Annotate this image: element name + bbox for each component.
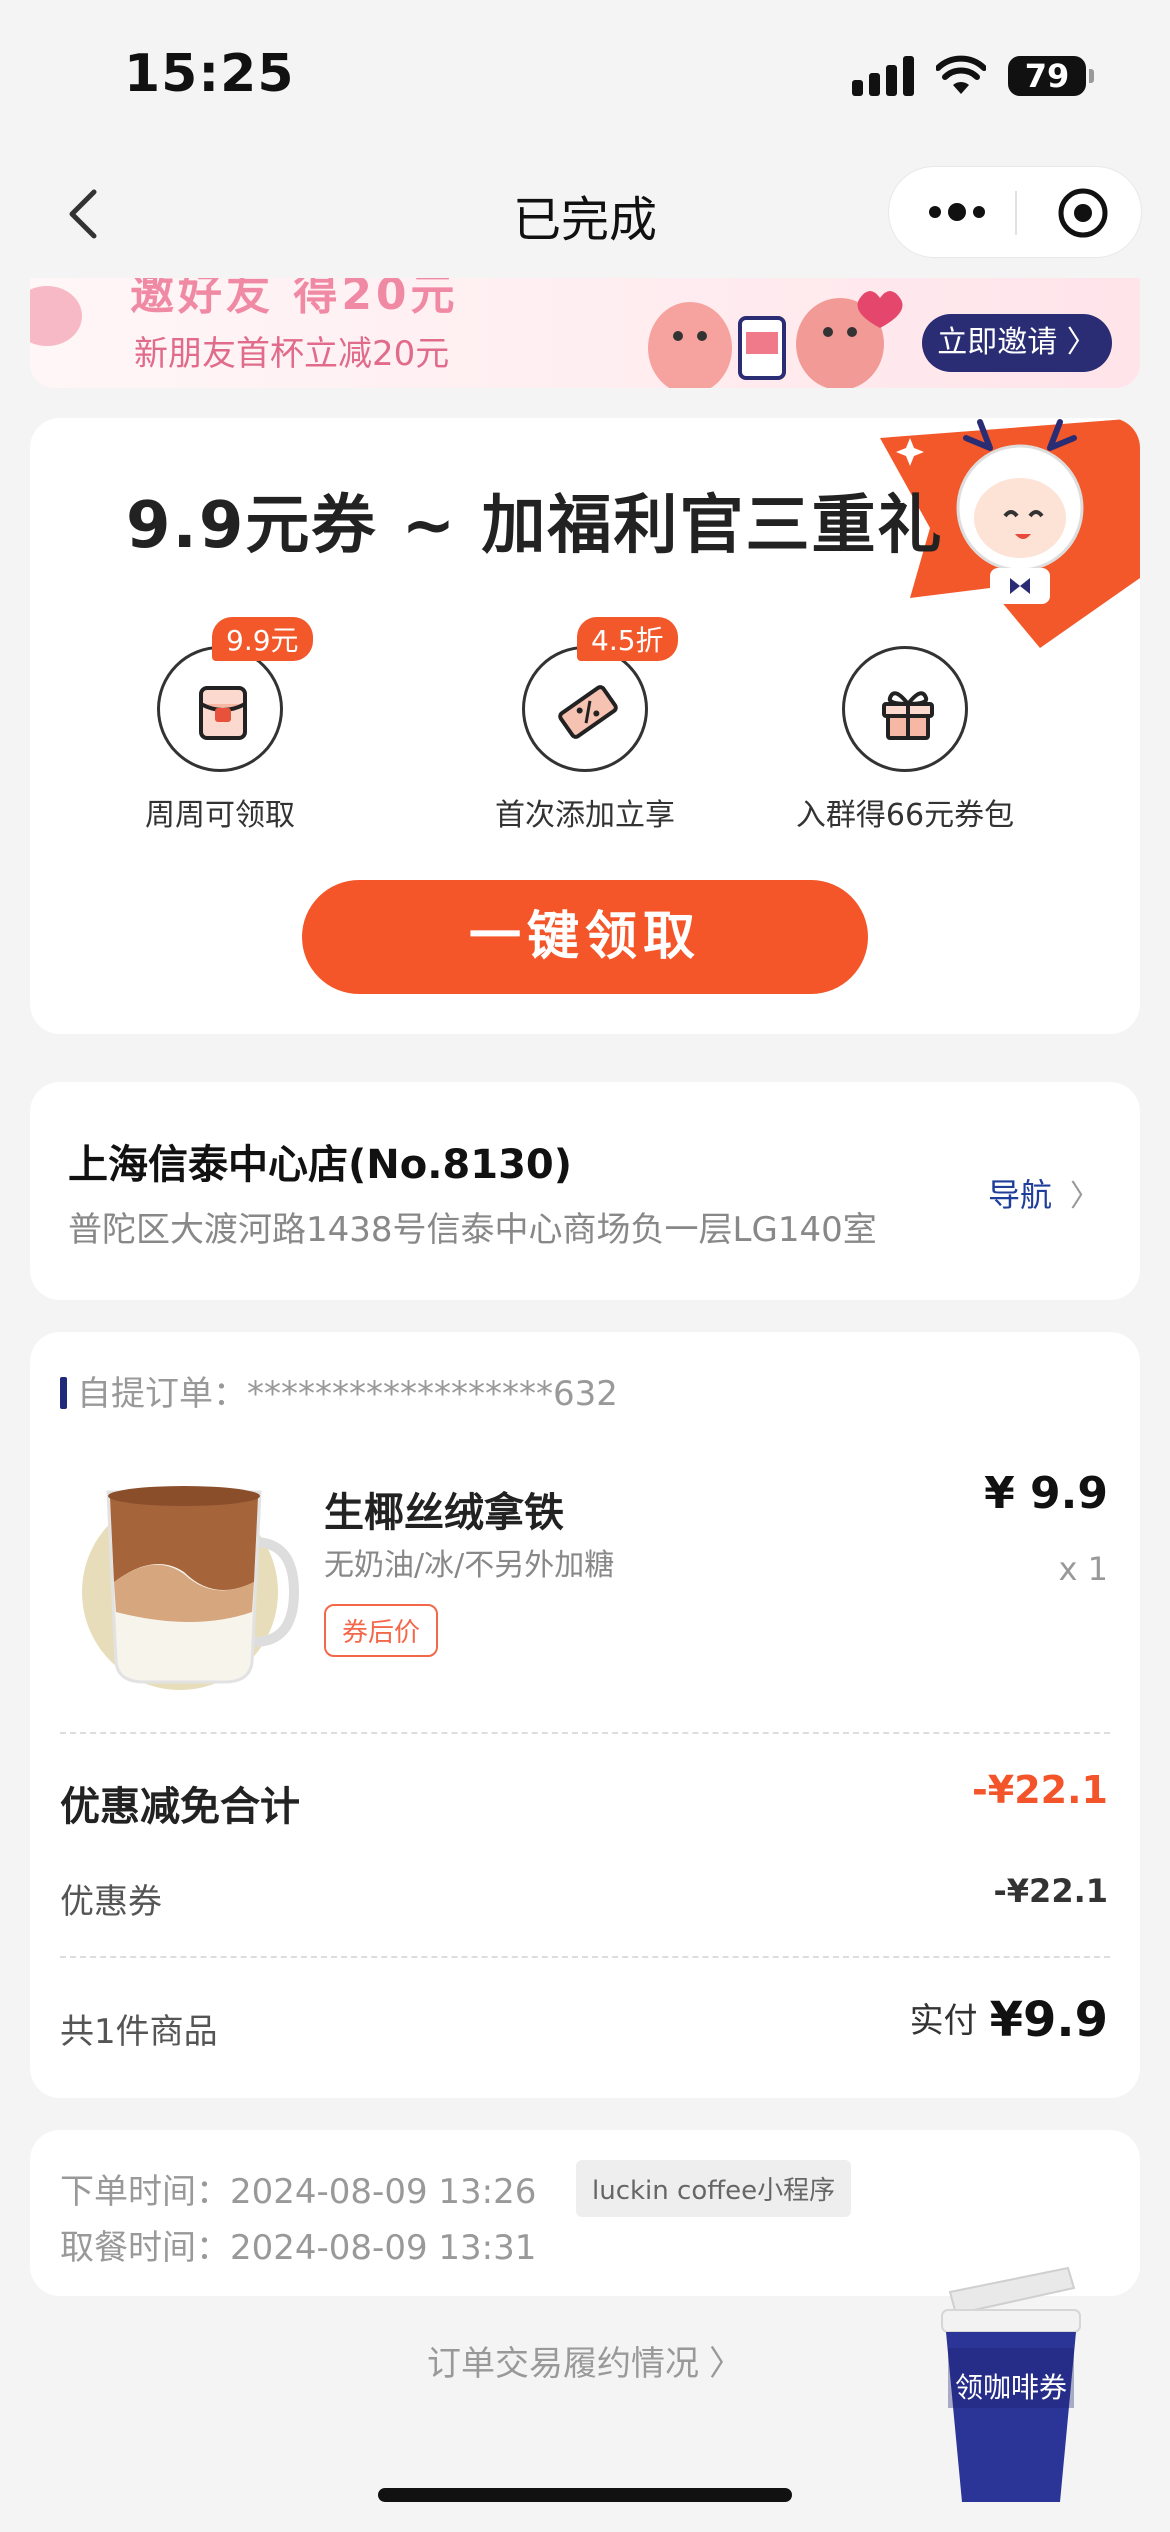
get-coffee-coupon-label: 领咖啡券 bbox=[954, 2371, 1067, 2404]
navigate-label: 导航 bbox=[987, 1176, 1052, 1214]
product-image bbox=[82, 1486, 300, 1690]
miniprogram-capsule bbox=[888, 166, 1142, 258]
gift-icon bbox=[882, 691, 934, 740]
coupon-label: 优惠券 bbox=[60, 1882, 162, 1922]
chevron-right-icon: 〉 bbox=[709, 2344, 743, 2384]
capsule-divider bbox=[1015, 191, 1017, 235]
pickup-time: 取餐时间：2024-08-09 13:31 bbox=[60, 2228, 537, 2268]
store-name: 上海信泰中心店(No.8130) bbox=[68, 1142, 573, 1188]
product-price: ¥ 9.9 bbox=[984, 1468, 1108, 1519]
perk-first-add[interactable]: 4.5折 首次添加立享 bbox=[455, 617, 715, 834]
coupon-price-badge: 券后价 bbox=[324, 1604, 439, 1657]
store-address: 普陀区大渡河路1438号信泰中心商场负一层LG140室 bbox=[68, 1210, 877, 1250]
product-name: 生椰丝绒拿铁 bbox=[324, 1490, 564, 1536]
home-indicator bbox=[378, 2488, 792, 2502]
battery-indicator: 79 bbox=[1008, 56, 1094, 96]
perk-weekly[interactable]: 9.9元 周周可领取 bbox=[90, 617, 350, 834]
dashed-divider bbox=[60, 1732, 1110, 1734]
status-bar: 15:25 79 bbox=[0, 0, 1170, 150]
store-card: 上海信泰中心店(No.8130) 普陀区大渡河路1438号信泰中心商场负一层LG… bbox=[30, 1082, 1140, 1300]
dashed-divider bbox=[60, 1956, 1110, 1958]
one-click-claim-button[interactable]: 一键领取 bbox=[302, 880, 868, 994]
invite-now-button[interactable]: 立即邀请 〉 bbox=[922, 314, 1112, 372]
nav-bar: 已完成 bbox=[0, 150, 1170, 275]
fulfillment-link-label: 订单交易履约情况 bbox=[427, 2344, 699, 2384]
perk-icon-circle: 4.5折 bbox=[522, 617, 678, 772]
banner-title: 邀好友 得20元 bbox=[130, 278, 459, 320]
close-miniprogram-icon[interactable] bbox=[1057, 187, 1109, 239]
perk-label: 入群得66元券包 bbox=[795, 798, 1015, 833]
banner-subtitle: 新朋友首杯立减20元 bbox=[134, 334, 450, 374]
wifi-icon bbox=[936, 55, 986, 94]
order-card: 自提订单：******************632 生椰丝绒拿铁 无奶油/冰/… bbox=[30, 1332, 1140, 2098]
product-quantity: x 1 bbox=[1058, 1550, 1108, 1588]
paid-amount: ¥9.9 bbox=[989, 1992, 1108, 2048]
order-header: 自提订单：******************632 bbox=[60, 1366, 618, 1415]
paid-label: 实付 bbox=[909, 2001, 978, 2041]
chevron-right-icon: 〉 bbox=[1070, 1179, 1100, 1214]
order-type-label: 自提订单： bbox=[77, 1374, 247, 1414]
get-coffee-coupon-float[interactable]: 领咖啡券 bbox=[936, 2248, 1086, 2512]
heart-decoration bbox=[30, 286, 82, 346]
navigate-button[interactable]: 导航〉 bbox=[988, 1170, 1100, 1216]
accent-bar bbox=[60, 1377, 67, 1409]
discount-total-amount: -¥22.1 bbox=[972, 1768, 1108, 1812]
coupon-title: 9.9元券 ~ 加福利官三重礼 bbox=[126, 489, 944, 563]
discount-total-label: 优惠减免合计 bbox=[60, 1784, 300, 1830]
perk-label: 首次添加立享 bbox=[495, 798, 675, 833]
item-count: 共1件商品 bbox=[60, 2012, 218, 2052]
order-time: 下单时间：2024-08-09 13:26 bbox=[60, 2172, 537, 2212]
order-number: ******************632 bbox=[247, 1374, 618, 1414]
perk-join-group[interactable]: 入群得66元券包 bbox=[775, 646, 1035, 834]
discount-ticket-icon bbox=[558, 685, 618, 739]
welfare-coupon-card: 9.9元券 ~ 加福利官三重礼 9.9元 周周可领取 4.5折 首次添加立享 入… bbox=[30, 418, 1140, 1034]
status-time: 15:25 bbox=[124, 44, 295, 104]
perk-tag: 4.5折 bbox=[577, 617, 678, 661]
paid-total: 实付 ¥9.9 bbox=[910, 1992, 1108, 2048]
coupon-amount: -¥22.1 bbox=[993, 1872, 1109, 1910]
perk-icon-circle bbox=[842, 646, 968, 772]
invite-friends-banner[interactable]: 邀好友 得20元 新朋友首杯立减20元 立即邀请 〉 bbox=[30, 278, 1140, 388]
mascot-illustration bbox=[648, 291, 903, 388]
perk-icon-circle: 9.9元 bbox=[157, 617, 313, 772]
perk-label: 周周可领取 bbox=[145, 798, 295, 833]
perk-tag: 9.9元 bbox=[212, 617, 313, 661]
more-menu-icon[interactable] bbox=[927, 197, 987, 227]
cellular-signal-icon bbox=[852, 56, 914, 96]
red-envelope-icon bbox=[199, 686, 247, 740]
order-source-badge: luckin coffee小程序 bbox=[576, 2160, 852, 2217]
product-spec: 无奶油/冰/不另外加糖 bbox=[324, 1548, 615, 1583]
